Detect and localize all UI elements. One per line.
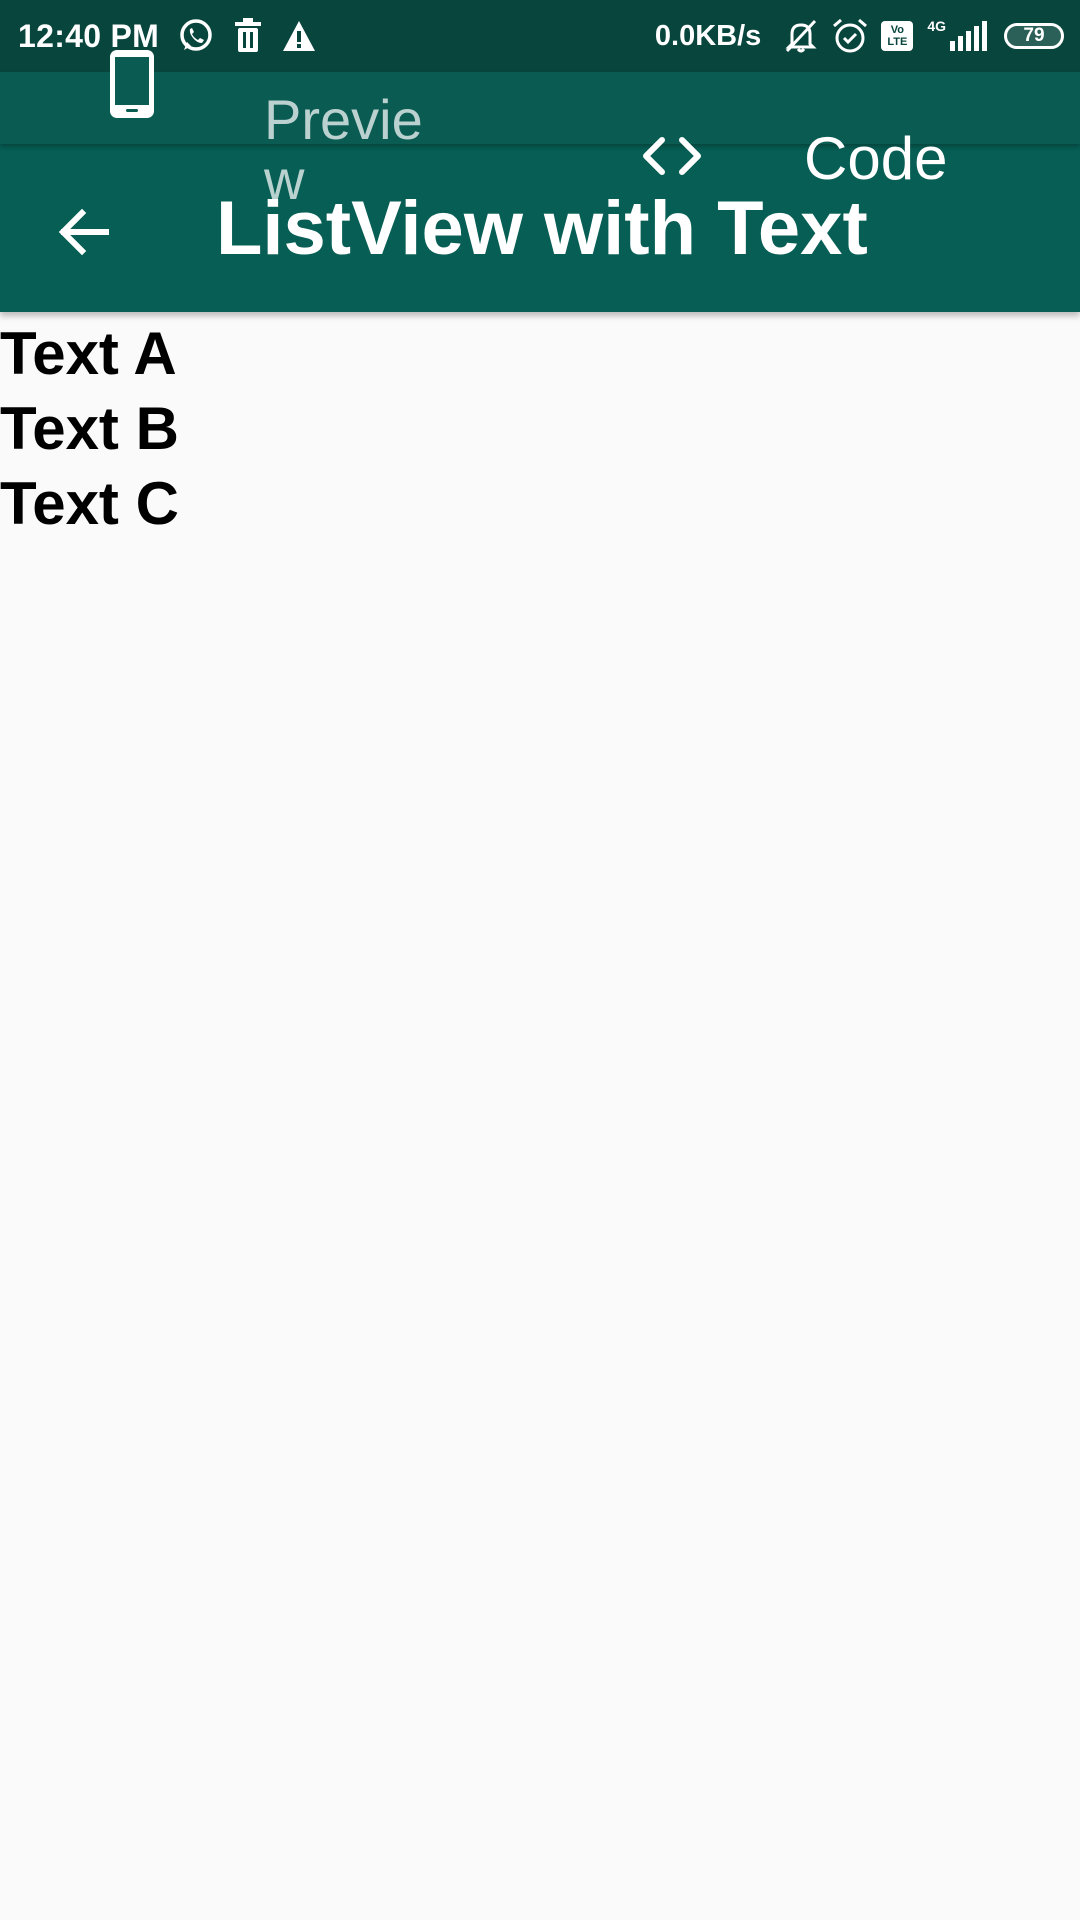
delete-icon <box>233 18 263 54</box>
status-left: 12:40 PM <box>18 0 317 72</box>
list-item[interactable]: Text B <box>0 391 1080 466</box>
battery-icon: 79 <box>1004 23 1064 49</box>
tab-code[interactable]: Code <box>804 124 947 193</box>
list-view[interactable]: Text A Text B Text C <box>0 316 1080 541</box>
alarm-icon <box>831 17 869 55</box>
mode-toolbar: Preview Code <box>0 72 1080 210</box>
volte-bottom-text: LTE <box>887 36 908 48</box>
tab-preview[interactable]: Preview <box>264 90 434 210</box>
status-bar: 12:40 PM 0.0KB/s Vo LTE 4G 79 <box>0 0 1080 72</box>
status-right: 0.0KB/s Vo LTE 4G 79 <box>655 0 1064 72</box>
net-speed: 0.0KB/s <box>654 19 762 52</box>
list-item[interactable]: Text C <box>0 466 1080 541</box>
signal-icon <box>950 21 987 51</box>
code-icon[interactable] <box>640 134 704 183</box>
back-button[interactable] <box>48 196 120 268</box>
volte-icon: Vo LTE <box>881 21 914 51</box>
whatsapp-icon <box>177 17 215 55</box>
warning-icon <box>281 19 317 53</box>
phone-icon-graphic <box>108 48 156 125</box>
muted-bell-icon <box>783 18 819 54</box>
volte-top-text: Vo <box>890 24 904 36</box>
list-item[interactable]: Text A <box>0 316 1080 391</box>
screen: 12:40 PM 0.0KB/s Vo LTE 4G 79 Preview Co… <box>0 0 1080 1920</box>
arrow-back-icon <box>58 208 109 256</box>
signal-indicator: 4G <box>927 18 990 51</box>
network-type: 4G <box>927 18 946 34</box>
